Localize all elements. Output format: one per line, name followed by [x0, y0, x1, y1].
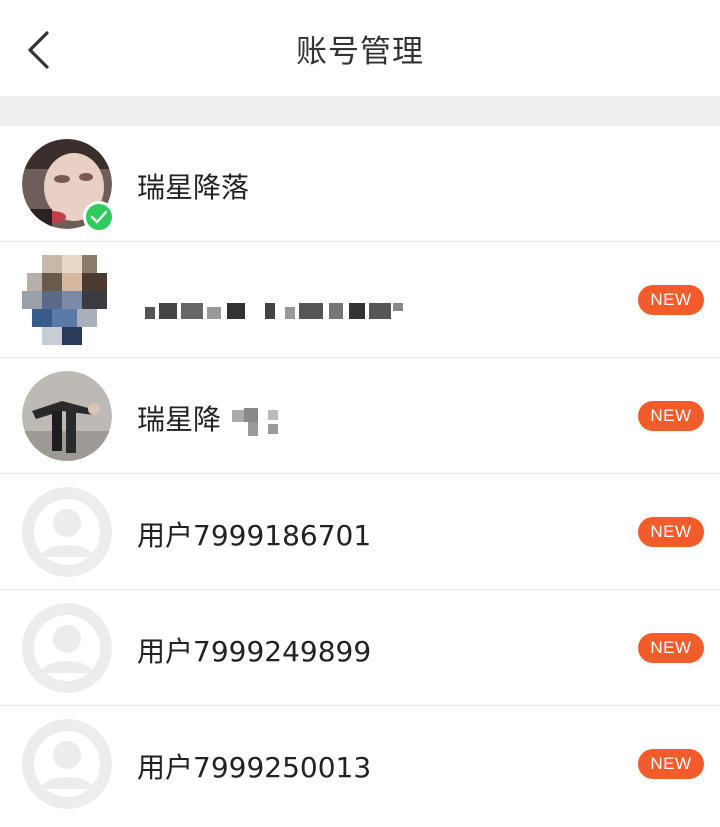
account-list: 瑞星降落 NEW 瑞星降 NEW 用户7999186701 NEW 用户7999… [0, 126, 720, 822]
account-name [137, 294, 407, 327]
pixelated-name [145, 303, 403, 319]
account-row-current[interactable]: 瑞星降落 [0, 126, 720, 242]
account-name: 用户7999186701 [137, 519, 372, 552]
account-row[interactable]: 用户7999186701 NEW [0, 474, 720, 590]
avatar-wrap [22, 487, 112, 577]
avatar-wrap [22, 719, 112, 809]
back-button[interactable] [18, 30, 58, 70]
new-badge: NEW [638, 633, 704, 663]
account-row[interactable]: 用户7999249899 NEW [0, 590, 720, 706]
account-name: 瑞星降 [137, 398, 286, 438]
new-badge: NEW [638, 401, 704, 431]
account-row[interactable]: NEW [0, 242, 720, 358]
default-avatar-icon [22, 487, 112, 577]
account-row[interactable]: 用户7999250013 NEW [0, 706, 720, 822]
avatar [22, 255, 107, 345]
avatar-wrap [22, 255, 112, 345]
default-avatar-icon [22, 719, 112, 809]
account-name: 瑞星降落 [137, 171, 250, 204]
account-row[interactable]: 瑞星降 NEW [0, 358, 720, 474]
page-title: 账号管理 [296, 33, 424, 70]
account-name: 用户7999250013 [137, 751, 372, 784]
avatar [22, 371, 112, 461]
new-badge: NEW [638, 749, 704, 779]
default-avatar-icon [22, 603, 112, 693]
avatar-wrap [22, 371, 112, 461]
new-badge: NEW [638, 517, 704, 547]
new-badge: NEW [638, 285, 704, 315]
avatar-wrap [22, 603, 112, 693]
account-name: 用户7999249899 [137, 635, 372, 668]
pixelated-name [231, 408, 278, 436]
check-icon [83, 201, 115, 233]
avatar-wrap [22, 139, 115, 233]
chevron-left-icon [28, 31, 49, 69]
section-divider [0, 96, 720, 126]
header-bar: 账号管理 [0, 0, 720, 96]
